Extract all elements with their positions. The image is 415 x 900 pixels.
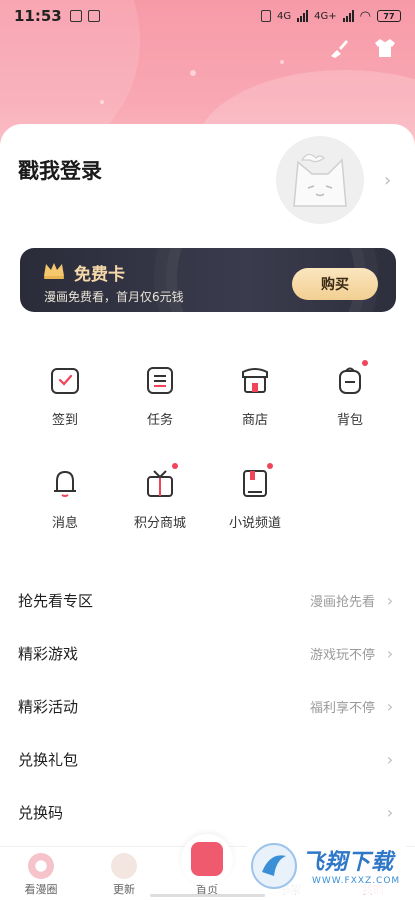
menu-row-title: 兑换礼包 (18, 751, 79, 769)
status-bar: 11:53 4G 4G+ ◠ 77 (0, 0, 415, 32)
book-icon (239, 463, 273, 499)
menu-row-hint: 游戏玩不停 (309, 648, 375, 663)
task-list-icon (144, 364, 176, 396)
status-time: 11:53 (14, 7, 62, 25)
menu-row-title: 兑换码 (18, 804, 64, 822)
paw-icon (111, 853, 137, 879)
decorative-dot (100, 100, 104, 104)
donut-icon (28, 853, 54, 879)
grid-label: 任务 (146, 413, 173, 428)
decorative-dot (280, 60, 284, 64)
free-card-subtitle: 漫画免费看，首月仅6元钱 (44, 290, 184, 304)
watermark-logo (251, 843, 297, 889)
grid-item-points-mall[interactable]: 积分商城 (120, 463, 200, 531)
menu-row-redeem-code[interactable]: 兑换码 › (0, 786, 415, 839)
grid-label: 签到 (51, 413, 78, 428)
header-actions (327, 36, 397, 60)
home-mascot-icon[interactable] (181, 834, 233, 886)
notification-icon (87, 10, 100, 22)
notification-dot (267, 463, 273, 469)
chevron-right-icon[interactable]: › (384, 170, 391, 191)
grid-label: 小说频道 (228, 516, 281, 531)
avatar[interactable] (276, 136, 364, 224)
buy-button[interactable]: 购买 (292, 268, 378, 300)
notification-icon (69, 10, 82, 22)
network-label: 4G+ (314, 10, 337, 22)
network-label: 4G (277, 10, 292, 22)
calendar-check-icon (49, 364, 81, 396)
backpack-icon (334, 360, 368, 396)
notification-dot (172, 463, 178, 469)
watermark: 飞翔下载 WWW.FXXZ.COM (246, 838, 406, 894)
grid-item-backpack[interactable]: 背包 (310, 360, 390, 428)
watermark-url: WWW.FXXZ.COM (312, 876, 401, 886)
signal-icon (297, 10, 309, 22)
vibrate-icon (261, 10, 272, 22)
decorative-dot (190, 70, 196, 76)
menu-row-title: 抢先看专区 (18, 592, 94, 610)
cat-mascot-icon (276, 136, 364, 224)
signal-icon (342, 10, 354, 22)
menu-row-early-access[interactable]: 抢先看专区 漫画抢先看 › (0, 574, 415, 627)
chevron-right-icon: › (386, 803, 394, 822)
grid-label: 积分商城 (133, 516, 186, 531)
chevron-right-icon: › (386, 697, 394, 716)
grid-label: 背包 (336, 413, 363, 428)
free-card-banner[interactable]: 免费卡 漫画免费看，首月仅6元钱 购买 (20, 248, 396, 312)
gift-box-icon (144, 463, 178, 499)
grid-item-tasks[interactable]: 任务 (120, 364, 200, 428)
wifi-icon: ◠ (359, 8, 371, 24)
menu-row-hint: 福利享不停 (309, 701, 375, 716)
skin-brush-icon[interactable] (327, 36, 351, 60)
tab-comic-circle[interactable]: 看漫圈 (0, 847, 82, 900)
battery-icon: 77 (377, 10, 401, 22)
menu-row-title: 精彩活动 (18, 698, 79, 716)
login-prompt[interactable]: 戳我登录 (18, 155, 102, 185)
menu-row-redeem-gift[interactable]: 兑换礼包 › (0, 733, 415, 786)
bell-icon (49, 467, 81, 499)
menu-row-title: 精彩游戏 (18, 645, 79, 663)
tab-label: 看漫圈 (24, 883, 58, 896)
tab-updates[interactable]: 更新 (83, 847, 165, 900)
notification-dot (362, 360, 368, 366)
menu-row-events[interactable]: 精彩活动 福利享不停 › (0, 680, 415, 733)
grid-label: 商店 (241, 413, 268, 428)
watermark-title: 飞翔下载 (302, 850, 395, 875)
shop-icon (239, 364, 271, 396)
grid-item-novel-channel[interactable]: 小说频道 (215, 463, 295, 531)
menu-row-hint: 漫画抢先看 (309, 595, 375, 610)
chevron-right-icon: › (386, 750, 394, 769)
grid-item-messages[interactable]: 消息 (25, 467, 105, 531)
grid-item-shop[interactable]: 商店 (215, 364, 295, 428)
free-card-title: 免费卡 (74, 265, 125, 285)
home-indicator (150, 894, 265, 897)
grid-label: 消息 (51, 516, 78, 531)
crown-icon (44, 263, 64, 279)
menu-row-games[interactable]: 精彩游戏 游戏玩不停 › (0, 627, 415, 680)
tshirt-icon[interactable] (373, 36, 397, 60)
grid-item-sign-in[interactable]: 签到 (25, 364, 105, 428)
chevron-right-icon: › (386, 591, 394, 610)
chevron-right-icon: › (386, 644, 394, 663)
